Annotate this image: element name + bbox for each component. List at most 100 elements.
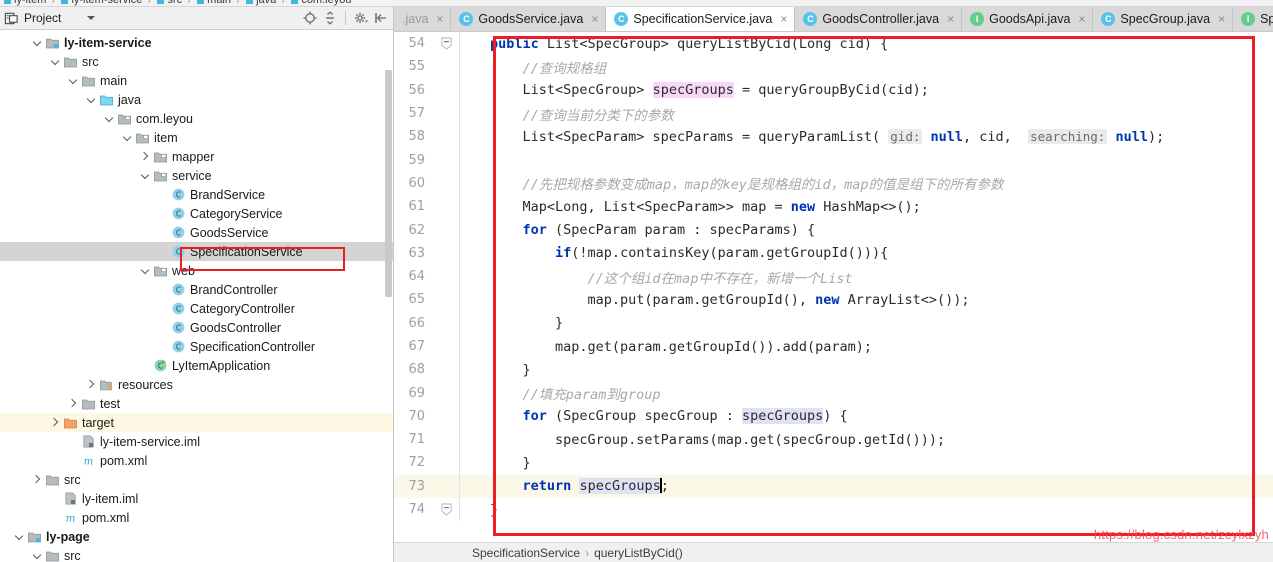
fold-gutter[interactable] — [433, 451, 460, 475]
code-line[interactable]: 68 } — [394, 358, 1273, 382]
navbar-item[interactable]: ly-item-service — [61, 0, 142, 6]
editor-breadcrumb[interactable]: SpecificationService › queryListByCid() — [394, 542, 1273, 562]
editor-tab-bar[interactable]: .java × C GoodsService.java × C SpecificationS… — [394, 7, 1273, 32]
tree-node-ly-item-service[interactable]: ly-item-service — [0, 33, 393, 52]
navbar-item[interactable]: main — [197, 0, 231, 6]
collapse-all-icon[interactable] — [322, 10, 338, 26]
code-line[interactable]: 65 map.put(param.getGroupId(), new Array… — [394, 288, 1273, 312]
tree-node-target[interactable]: target — [0, 413, 393, 432]
fold-gutter[interactable] — [433, 195, 460, 219]
code-line[interactable]: 73 return specGroups; — [394, 474, 1273, 498]
fold-gutter[interactable] — [433, 241, 460, 265]
fold-gutter[interactable] — [433, 334, 460, 359]
project-tree-scrollbar[interactable] — [385, 70, 392, 297]
chevron-right-icon[interactable] — [140, 151, 151, 162]
navbar-item[interactable]: ly-item — [4, 0, 46, 6]
editor-tab-spe[interactable]: I Spe — [1233, 7, 1273, 31]
code-line[interactable]: 66 } — [394, 311, 1273, 335]
fold-gutter[interactable] — [433, 428, 460, 452]
breadcrumb-class[interactable]: SpecificationService — [472, 546, 580, 560]
fold-gutter[interactable] — [433, 381, 460, 405]
code-line[interactable]: 59 — [394, 148, 1273, 172]
code-line[interactable]: 62 for (SpecParam param : specParams) { — [394, 218, 1273, 242]
chevron-down-icon[interactable] — [86, 94, 97, 105]
chevron-down-icon[interactable] — [14, 531, 25, 542]
close-icon[interactable]: × — [591, 12, 598, 26]
chevron-down-icon[interactable] — [140, 265, 151, 276]
tree-node-brandservice[interactable]: C BrandService — [0, 185, 393, 204]
gear-icon[interactable] — [353, 10, 369, 26]
code-line[interactable]: 74} — [394, 497, 1273, 522]
tree-node-src[interactable]: src — [0, 52, 393, 71]
locate-target-icon[interactable] — [302, 10, 318, 26]
code-line[interactable]: 55 //查询规格组 — [394, 55, 1273, 79]
tree-node-item[interactable]: item — [0, 128, 393, 147]
tree-node-lyitemapplication[interactable]: C LyItemApplication — [0, 356, 393, 375]
close-icon[interactable]: × — [1218, 12, 1225, 26]
chevron-down-icon[interactable] — [122, 132, 133, 143]
tree-node-web[interactable]: web — [0, 261, 393, 280]
close-icon[interactable]: × — [436, 12, 443, 26]
chevron-right-icon[interactable] — [50, 417, 61, 428]
tree-node-ly-item-iml[interactable]: ly-item.iml — [0, 489, 393, 508]
editor-tab-goodscontroller-java[interactable]: C GoodsController.java × — [795, 7, 963, 31]
editor-tab-goodsservice-java[interactable]: C GoodsService.java × — [451, 7, 607, 31]
fold-gutter[interactable] — [433, 311, 460, 335]
code-line[interactable]: 58 List<SpecParam> specParams = queryPar… — [394, 125, 1273, 149]
tree-node-goodscontroller[interactable]: C GoodsController — [0, 318, 393, 337]
chevron-down-icon[interactable] — [32, 550, 43, 561]
tree-node-test[interactable]: test — [0, 394, 393, 413]
navbar-item[interactable]: com.leyou — [291, 0, 351, 6]
navigation-bar[interactable]: ly-item / ly-item-service / src / main / java / co… — [0, 0, 1273, 7]
fold-gutter[interactable] — [433, 264, 460, 289]
fold-gutter[interactable] — [433, 148, 460, 172]
code-line[interactable]: 57 //查询当前分类下的参数 — [394, 101, 1273, 126]
code-line[interactable]: 54 public List<SpecGroup> queryListByCid(… — [394, 32, 1273, 56]
fold-gutter[interactable] — [433, 125, 460, 149]
tree-node-pom-xml[interactable]: m pom.xml — [0, 451, 393, 470]
code-line[interactable]: 70 for (SpecGroup specGroup : specGroups… — [394, 404, 1273, 429]
code-line[interactable]: 60 //先把规格参数变成map，map的key是规格组的id，map的值是组下… — [394, 171, 1273, 196]
fold-gutter[interactable] — [433, 55, 460, 79]
hide-panel-icon[interactable] — [373, 10, 389, 26]
tree-node-src[interactable]: src — [0, 470, 393, 489]
code-line[interactable]: 72 } — [394, 451, 1273, 475]
tree-node-ly-item-service-iml[interactable]: ly-item-service.iml — [0, 432, 393, 451]
tree-node-brandcontroller[interactable]: C BrandController — [0, 280, 393, 299]
close-icon[interactable]: × — [780, 12, 787, 26]
tree-node-categoryservice[interactable]: C CategoryService — [0, 204, 393, 223]
tree-node-pom-xml[interactable]: m pom.xml — [0, 508, 393, 527]
tree-node-goodsservice[interactable]: C GoodsService — [0, 223, 393, 242]
chevron-down-icon[interactable] — [50, 56, 61, 67]
chevron-down-icon[interactable] — [87, 16, 96, 20]
tree-node-com-leyou[interactable]: com.leyou — [0, 109, 393, 128]
code-line[interactable]: 71 specGroup.setParams(map.get(specGroup… — [394, 428, 1273, 452]
tree-node-specificationcontroller[interactable]: C SpecificationController — [0, 337, 393, 356]
project-tree[interactable]: ly-item-service src main java com.leyou item m… — [0, 30, 393, 562]
code-line[interactable]: 69 //填充param到group — [394, 381, 1273, 405]
editor-tab--java[interactable]: .java × — [394, 7, 452, 31]
tree-node-categorycontroller[interactable]: C CategoryController — [0, 299, 393, 318]
fold-gutter[interactable] — [433, 358, 460, 382]
tree-node-java[interactable]: java — [0, 90, 393, 109]
tree-node-ly-page[interactable]: ly-page — [0, 527, 393, 546]
chevron-down-icon[interactable] — [32, 37, 43, 48]
code-line[interactable]: 56 List<SpecGroup> specGroups = queryGro… — [394, 78, 1273, 102]
close-icon[interactable]: × — [1078, 12, 1085, 26]
close-icon[interactable]: × — [947, 12, 954, 26]
fold-gutter[interactable] — [433, 497, 460, 522]
fold-gutter[interactable] — [433, 404, 460, 429]
fold-gutter[interactable] — [433, 78, 460, 102]
navbar-item[interactable]: java — [246, 0, 276, 6]
tree-node-src[interactable]: src — [0, 546, 393, 562]
chevron-down-icon[interactable] — [140, 170, 151, 181]
fold-gutter[interactable] — [433, 171, 460, 196]
chevron-down-icon[interactable] — [68, 75, 79, 86]
editor-tab-specificationservice-java[interactable]: C SpecificationService.java × — [606, 7, 796, 31]
navbar-item[interactable]: src — [157, 0, 182, 6]
chevron-down-icon[interactable] — [104, 113, 115, 124]
chevron-right-icon[interactable] — [68, 398, 79, 409]
fold-gutter[interactable] — [433, 288, 460, 312]
code-line[interactable]: 64 //这个组id在map中不存在，新增一个List — [394, 264, 1273, 289]
code-line[interactable]: 61 Map<Long, List<SpecParam>> map = new … — [394, 195, 1273, 219]
